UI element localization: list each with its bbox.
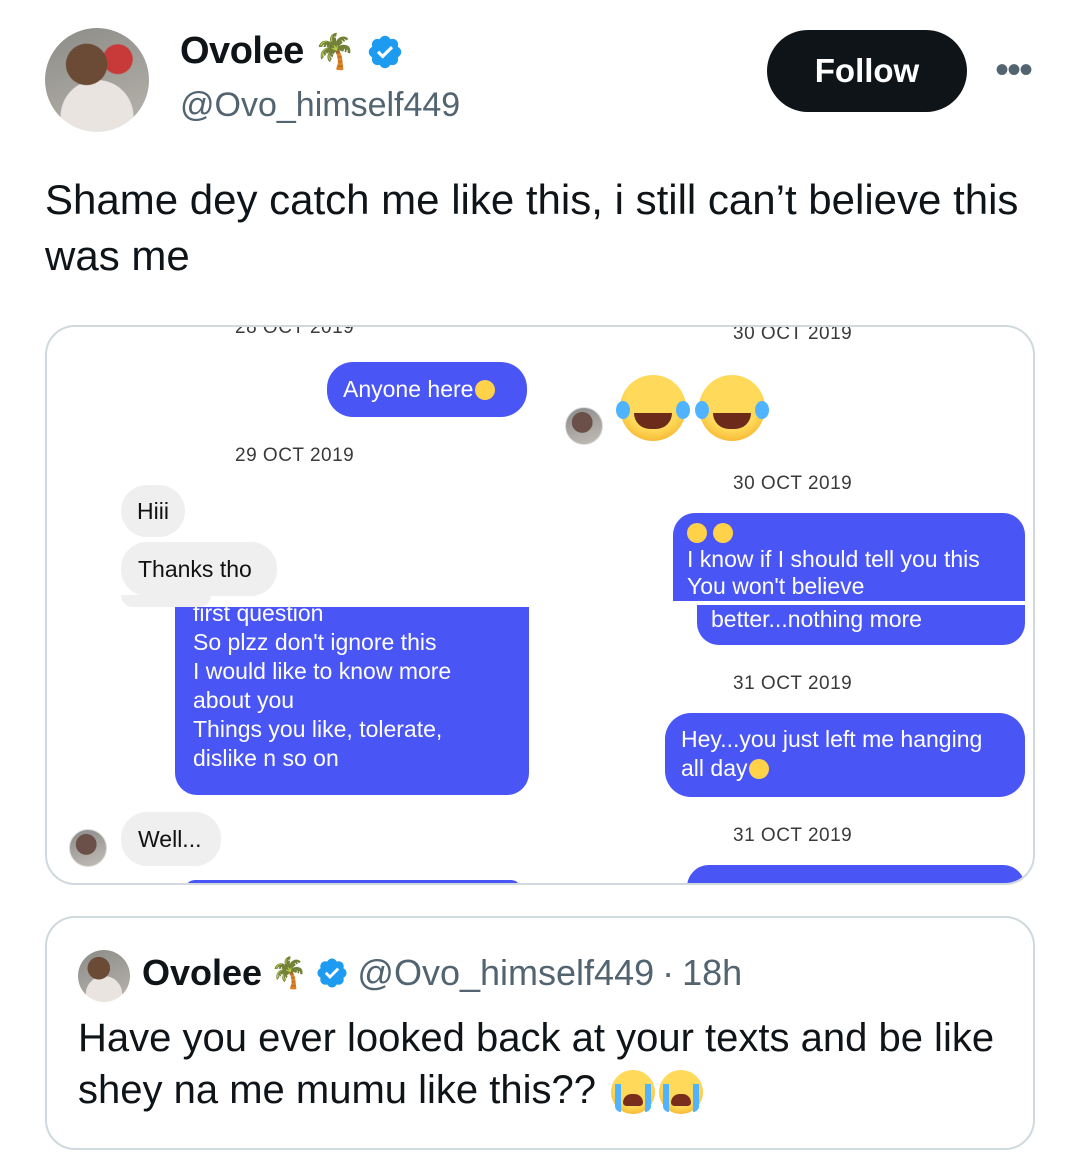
- quoted-timestamp[interactable]: 18h: [682, 952, 742, 994]
- tweet-media-image[interactable]: 28 OCT 2019 Anyone here 29 OCT 2019 Hiii…: [45, 325, 1035, 885]
- quoted-tweet-header: Ovolee 🌴 @Ovo_himself449 · 18h: [142, 952, 742, 994]
- chat-bubble-anyone: Anyone here: [327, 362, 527, 417]
- chat-bubble-better: better...nothing more: [697, 605, 1025, 645]
- upside-down-face-emoji: [475, 380, 496, 400]
- more-options-icon[interactable]: •••: [990, 48, 1036, 92]
- chat-date-left-top: 28 OCT 2019: [235, 325, 355, 338]
- chat-bubble-hey: Hey...you just left me hanging all day: [665, 713, 1025, 797]
- chat-msg-line-4: about you: [193, 687, 295, 713]
- crying-face-emoji-1: [611, 1070, 656, 1115]
- verified-badge-icon: [317, 958, 347, 988]
- author-name-row[interactable]: Ovolee 🌴: [180, 30, 404, 73]
- chat-msg-anyone: Anyone here: [343, 376, 474, 402]
- chat-msg-thanks: Thanks tho: [138, 555, 252, 582]
- quoted-separator: ·: [662, 952, 675, 993]
- chat-msg-better: better...nothing more: [711, 606, 922, 632]
- chat-date-right-top: 30 OCT 2019: [733, 325, 853, 344]
- quoted-tweet-text: Have you ever looked back at your texts …: [78, 1012, 1008, 1116]
- laughing-emoji-pair: [687, 521, 1011, 545]
- chat-bubble-long: first question So plzz don't ignore this…: [175, 607, 529, 795]
- quoted-author-name[interactable]: Ovolee: [142, 952, 262, 994]
- quoted-author-handle[interactable]: @Ovo_himself449: [357, 952, 654, 994]
- chat-avatar-right: [565, 407, 603, 445]
- chat-date-right-3: 31 OCT 2019: [733, 673, 853, 694]
- chat-msg-line-3: I would like to know more: [193, 658, 452, 684]
- disappointed-face-emoji: [749, 759, 770, 779]
- tweet-text: Shame dey catch me like this, i still ca…: [45, 176, 1019, 279]
- chat-bubble-tell: I know if I should tell you this You won…: [673, 513, 1025, 601]
- chat-date-left-mid: 29 OCT 2019: [235, 445, 355, 466]
- quoted-author-avatar[interactable]: [78, 950, 130, 1002]
- chat-bubble-thanks: Thanks tho: [121, 542, 277, 596]
- chat-msg-well: Well...: [138, 825, 202, 852]
- author-handle[interactable]: @Ovo_himself449: [180, 86, 460, 125]
- chat-msg-hey: Hey...you just left me hanging all day: [681, 726, 983, 781]
- chat-msg-line-5: Things you like, tolerate,: [193, 716, 443, 742]
- chat-msg-tell-2: You won't believe: [687, 573, 865, 599]
- laughing-tears-emoji-2: [695, 375, 769, 441]
- palm-tree-emoji: 🌴: [270, 956, 308, 990]
- chat-avatar-left: [69, 829, 107, 867]
- chat-date-right-2: 30 OCT 2019: [733, 473, 853, 494]
- quoted-tweet-text-content: Have you ever looked back at your texts …: [78, 1016, 995, 1112]
- chat-msg-line-1: first question: [193, 607, 324, 626]
- verified-badge-icon: [368, 35, 402, 68]
- crying-face-emoji-2: [659, 1070, 704, 1115]
- chat-date-right-4: 31 OCT 2019: [733, 825, 853, 846]
- chat-bubble-well: Well...: [121, 812, 221, 866]
- chat-msg-line-6: dislike n so on: [193, 745, 339, 771]
- chat-msg-hiii: Hiii: [137, 497, 169, 524]
- laughing-tears-emoji-1: [616, 375, 690, 441]
- chat-bubble-right-cut: [687, 865, 1025, 883]
- author-name[interactable]: Ovolee: [180, 30, 304, 73]
- chat-msg-line-2: So plzz don't ignore this: [193, 629, 437, 655]
- chat-bubble-cut: [121, 595, 211, 607]
- author-avatar[interactable]: [45, 28, 149, 132]
- chat-msg-tell-1: I know if I should tell you this: [687, 546, 980, 572]
- palm-tree-emoji: 🌴: [313, 32, 357, 71]
- chat-bubble-hiii: Hiii: [121, 485, 185, 537]
- chat-bubble-next-cut: [185, 880, 521, 883]
- follow-button[interactable]: Follow: [767, 30, 967, 112]
